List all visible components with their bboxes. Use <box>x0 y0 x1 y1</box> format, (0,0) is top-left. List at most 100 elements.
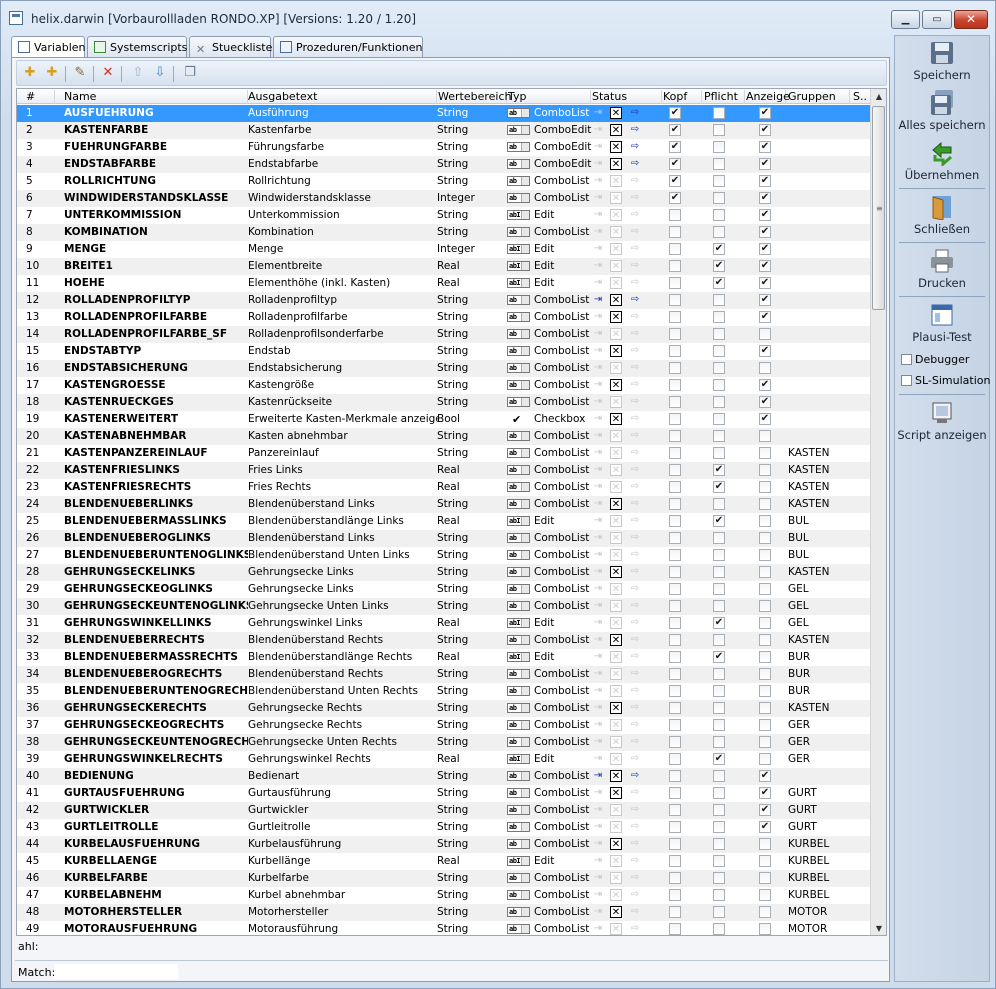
kopf-checkbox[interactable] <box>669 294 681 306</box>
anzeige-checkbox[interactable]: ✔ <box>759 311 771 323</box>
pflicht-checkbox[interactable] <box>713 107 725 119</box>
col-header-status[interactable]: Status <box>592 90 662 104</box>
anzeige-checkbox[interactable] <box>759 600 771 612</box>
kopf-checkbox[interactable] <box>669 906 681 918</box>
anzeige-checkbox[interactable] <box>759 583 771 595</box>
status-in-icon[interactable]: ⇥ <box>592 838 604 850</box>
match-input[interactable] <box>54 964 178 979</box>
status-x-icon[interactable]: ✕ <box>610 430 622 442</box>
anzeige-checkbox[interactable] <box>759 736 771 748</box>
kopf-checkbox[interactable] <box>669 566 681 578</box>
table-row[interactable]: 28 GEHRUNGSECKELINKS Gehrungsecke Links Str… <box>17 564 871 581</box>
status-x-icon[interactable]: ✕ <box>610 821 622 833</box>
status-x-icon[interactable]: ✕ <box>610 515 622 527</box>
status-x-icon[interactable]: ✕ <box>610 617 622 629</box>
anzeige-checkbox[interactable] <box>759 634 771 646</box>
kopf-checkbox[interactable] <box>669 702 681 714</box>
status-out-icon[interactable]: ⇨ <box>627 872 643 884</box>
status-x-icon[interactable]: ✕ <box>610 923 622 935</box>
table-row[interactable]: 31 GEHRUNGSWINKELLINKS Gehrungswinkel Link… <box>17 615 871 632</box>
kopf-checkbox[interactable] <box>669 311 681 323</box>
pflicht-checkbox[interactable] <box>713 719 725 731</box>
tab-stueckliste[interactable]: ✕ Stueckliste <box>189 36 272 58</box>
col-header-kopf[interactable]: Kopf <box>663 90 702 104</box>
pflicht-checkbox[interactable] <box>713 226 725 238</box>
status-in-icon[interactable]: ⇥ <box>592 515 604 527</box>
status-out-icon[interactable]: ⇨ <box>627 362 643 374</box>
anzeige-checkbox[interactable]: ✔ <box>759 243 771 255</box>
status-out-icon[interactable]: ⇨ <box>627 617 643 629</box>
kopf-checkbox[interactable]: ✔ <box>669 158 681 170</box>
col-header-num[interactable]: # <box>17 90 55 104</box>
status-out-icon[interactable]: ⇨ <box>627 379 643 391</box>
move-down-icon[interactable]: ⇩ <box>151 64 169 82</box>
kopf-checkbox[interactable]: ✔ <box>669 141 681 153</box>
col-header-ausgabetext[interactable]: Ausgabetext <box>248 90 437 104</box>
status-x-icon[interactable]: ✕ <box>610 549 622 561</box>
anzeige-checkbox[interactable] <box>759 906 771 918</box>
anzeige-checkbox[interactable]: ✔ <box>759 413 771 425</box>
sl-simulation-checkbox[interactable]: SL-Simulation <box>901 374 990 387</box>
anzeige-checkbox[interactable]: ✔ <box>759 345 771 357</box>
table-row[interactable]: 36 GEHRUNGSECKERECHTS Gehrungsecke Rechts S… <box>17 700 871 717</box>
status-in-icon[interactable]: ⇥ <box>592 736 604 748</box>
pflicht-checkbox[interactable]: ✔ <box>713 243 725 255</box>
status-out-icon[interactable]: ⇨ <box>627 855 643 867</box>
status-in-icon[interactable]: ⇥ <box>592 175 604 187</box>
anzeige-checkbox[interactable]: ✔ <box>759 821 771 833</box>
table-row[interactable]: 19 KASTENERWEITERT Erweiterte Kasten-Merkm… <box>17 411 871 428</box>
anzeige-checkbox[interactable] <box>759 651 771 663</box>
anzeige-checkbox[interactable]: ✔ <box>759 158 771 170</box>
table-row[interactable]: 11 HOEHE Elementhöhe (inkl. Kasten) Real abI… <box>17 275 871 292</box>
anzeige-checkbox[interactable] <box>759 617 771 629</box>
anzeige-checkbox[interactable] <box>759 889 771 901</box>
col-header-anzeige[interactable]: Anzeige <box>746 90 790 104</box>
pflicht-checkbox[interactable] <box>713 889 725 901</box>
table-row[interactable]: 7 UNTERKOMMISSION Unterkommission String abI… <box>17 207 871 224</box>
table-row[interactable]: 24 BLENDENUEBERLINKS Blendenüberstand Link… <box>17 496 871 513</box>
status-in-icon[interactable]: ⇥ <box>592 498 604 510</box>
anzeige-checkbox[interactable]: ✔ <box>759 379 771 391</box>
status-out-icon[interactable]: ⇨ <box>627 396 643 408</box>
status-in-icon[interactable]: ⇥ <box>592 158 604 170</box>
table-row[interactable]: 41 GURTAUSFUEHRUNG Gurtausführung String ab C… <box>17 785 871 802</box>
kopf-checkbox[interactable]: ✔ <box>669 175 681 187</box>
status-in-icon[interactable]: ⇥ <box>592 855 604 867</box>
status-x-icon[interactable]: ✕ <box>610 226 622 238</box>
pflicht-checkbox[interactable] <box>713 362 725 374</box>
kopf-checkbox[interactable] <box>669 634 681 646</box>
kopf-checkbox[interactable] <box>669 498 681 510</box>
status-x-icon[interactable]: ✕ <box>610 702 622 714</box>
anzeige-checkbox[interactable]: ✔ <box>759 787 771 799</box>
col-header-name[interactable]: Name <box>64 90 248 104</box>
status-out-icon[interactable]: ⇨ <box>627 532 643 544</box>
anzeige-checkbox[interactable] <box>759 549 771 561</box>
status-out-icon[interactable]: ⇨ <box>627 906 643 918</box>
kopf-checkbox[interactable] <box>669 277 681 289</box>
status-x-icon[interactable]: ✕ <box>610 209 622 221</box>
status-x-icon[interactable]: ✕ <box>610 396 622 408</box>
anzeige-checkbox[interactable] <box>759 872 771 884</box>
kopf-checkbox[interactable]: ✔ <box>669 192 681 204</box>
kopf-checkbox[interactable] <box>669 413 681 425</box>
table-row[interactable]: 45 KURBELLAENGE Kurbellänge Real abI Edit ⇥ ✕ ⇨ K… <box>17 853 871 870</box>
status-x-icon[interactable]: ✕ <box>610 498 622 510</box>
status-x-icon[interactable]: ✕ <box>610 192 622 204</box>
status-x-icon[interactable]: ✕ <box>610 872 622 884</box>
status-x-icon[interactable]: ✕ <box>610 447 622 459</box>
anzeige-checkbox[interactable] <box>759 532 771 544</box>
status-out-icon[interactable]: ⇨ <box>627 821 643 833</box>
table-row[interactable]: 1 AUSFUEHRUNG Ausführung String ab ComboList ⇥… <box>17 105 871 122</box>
pflicht-checkbox[interactable] <box>713 345 725 357</box>
status-out-icon[interactable]: ⇨ <box>627 889 643 901</box>
kopf-checkbox[interactable] <box>669 379 681 391</box>
status-out-icon[interactable]: ⇨ <box>627 175 643 187</box>
table-row[interactable]: 38 GEHRUNGSECKEUNTENOGRECHTS Gehrungsecke … <box>17 734 871 751</box>
status-x-icon[interactable]: ✕ <box>610 651 622 663</box>
status-out-icon[interactable]: ⇨ <box>627 923 643 935</box>
kopf-checkbox[interactable] <box>669 787 681 799</box>
anzeige-checkbox[interactable] <box>759 447 771 459</box>
anzeige-checkbox[interactable]: ✔ <box>759 396 771 408</box>
table-row[interactable]: 2 KASTENFARBE Kastenfarbe String ab ComboEdit… <box>17 122 871 139</box>
status-in-icon[interactable]: ⇥ <box>592 617 604 629</box>
